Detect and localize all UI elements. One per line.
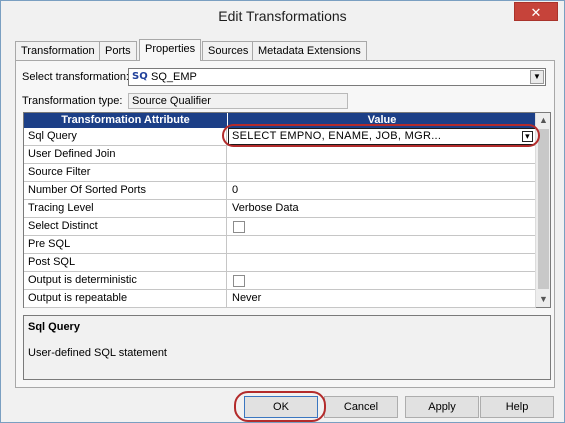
cancel-button[interactable]: Cancel [324, 396, 398, 418]
value-cell [228, 272, 536, 289]
value-cell[interactable] [228, 236, 536, 253]
attribute-cell: Post SQL [24, 254, 227, 271]
selected-transformation: SQ_EMP [151, 71, 197, 83]
table-row[interactable]: Number Of Sorted Ports 0 [24, 182, 536, 200]
attribute-cell: User Defined Join [24, 146, 227, 163]
table-row[interactable]: Sql Query SELECT EMPNO, ENAME, JOB, MGR.… [24, 128, 536, 146]
grid-scrollbar[interactable]: ▲ ▼ [535, 113, 550, 307]
scroll-up-icon[interactable]: ▲ [536, 113, 551, 128]
open-editor-icon[interactable]: ▾ [522, 131, 533, 142]
attribute-cell: Source Filter [24, 164, 227, 181]
attribute-cell: Sql Query [24, 128, 227, 145]
attribute-cell: Tracing Level [24, 200, 227, 217]
close-icon: ✕ [530, 5, 542, 20]
attribute-cell: Number Of Sorted Ports [24, 182, 227, 199]
source-qualifier-icon: SQ [132, 71, 148, 82]
select-distinct-checkbox[interactable] [233, 221, 245, 233]
grid-header: Transformation Attribute Value [24, 113, 536, 128]
column-header-attribute: Transformation Attribute [61, 114, 190, 126]
table-row[interactable]: Output is deterministic [24, 272, 536, 290]
value-cell [228, 218, 536, 235]
edit-transformations-dialog: Edit Transformations ✕ Transformation Po… [0, 0, 565, 423]
sql-query-value: SELECT EMPNO, ENAME, JOB, MGR... [232, 130, 442, 142]
tab-transformation[interactable]: Transformation [15, 41, 101, 60]
column-header-value: Value [367, 114, 397, 126]
table-row[interactable]: Pre SQL [24, 236, 536, 254]
transformation-type-label: Transformation type: [22, 95, 123, 107]
table-row[interactable]: Source Filter [24, 164, 536, 182]
help-button[interactable]: Help [480, 396, 554, 418]
tab-sources[interactable]: Sources [202, 41, 255, 60]
apply-button[interactable]: Apply [405, 396, 479, 418]
scrollbar-thumb[interactable] [538, 129, 549, 289]
value-cell[interactable] [228, 254, 536, 271]
table-row[interactable]: Post SQL [24, 254, 536, 272]
table-row[interactable]: User Defined Join [24, 146, 536, 164]
select-transformation-label: Select transformation: [22, 71, 129, 83]
description-title: Sql Query [28, 321, 80, 333]
properties-grid: Transformation Attribute Value Sql Query… [23, 112, 551, 308]
description-text: User-defined SQL statement [28, 347, 167, 359]
dialog-title: Edit Transformations [218, 8, 347, 24]
value-cell[interactable] [228, 164, 536, 181]
output-deterministic-checkbox[interactable] [233, 275, 245, 287]
value-cell[interactable]: Verbose Data [228, 200, 536, 217]
table-row[interactable]: Tracing Level Verbose Data [24, 200, 536, 218]
ok-button[interactable]: OK [244, 396, 318, 418]
close-button[interactable]: ✕ [514, 2, 558, 21]
attribute-cell: Select Distinct [24, 218, 227, 235]
value-cell[interactable] [228, 146, 536, 163]
sql-query-field[interactable]: SELECT EMPNO, ENAME, JOB, MGR... ▾ [228, 128, 536, 145]
transformation-type-value: Source Qualifier [128, 93, 348, 109]
tab-ports[interactable]: Ports [99, 41, 137, 60]
table-row[interactable]: Output is repeatable Never [24, 290, 536, 308]
value-cell[interactable]: 0 [228, 182, 536, 199]
attribute-cell: Output is deterministic [24, 272, 227, 289]
tab-metadata-extensions[interactable]: Metadata Extensions [252, 41, 367, 60]
chevron-down-icon[interactable]: ▼ [530, 70, 544, 84]
attribute-description: Sql Query User-defined SQL statement [23, 315, 551, 380]
table-row[interactable]: Select Distinct [24, 218, 536, 236]
title-bar: Edit Transformations ✕ [1, 1, 564, 31]
scroll-down-icon[interactable]: ▼ [536, 292, 551, 307]
select-transformation-dropdown[interactable]: SQ SQ_EMP ▼ [128, 68, 546, 86]
value-cell[interactable]: Never [228, 290, 536, 307]
attribute-cell: Output is repeatable [24, 290, 227, 307]
tab-properties[interactable]: Properties [139, 39, 202, 61]
attribute-cell: Pre SQL [24, 236, 227, 253]
